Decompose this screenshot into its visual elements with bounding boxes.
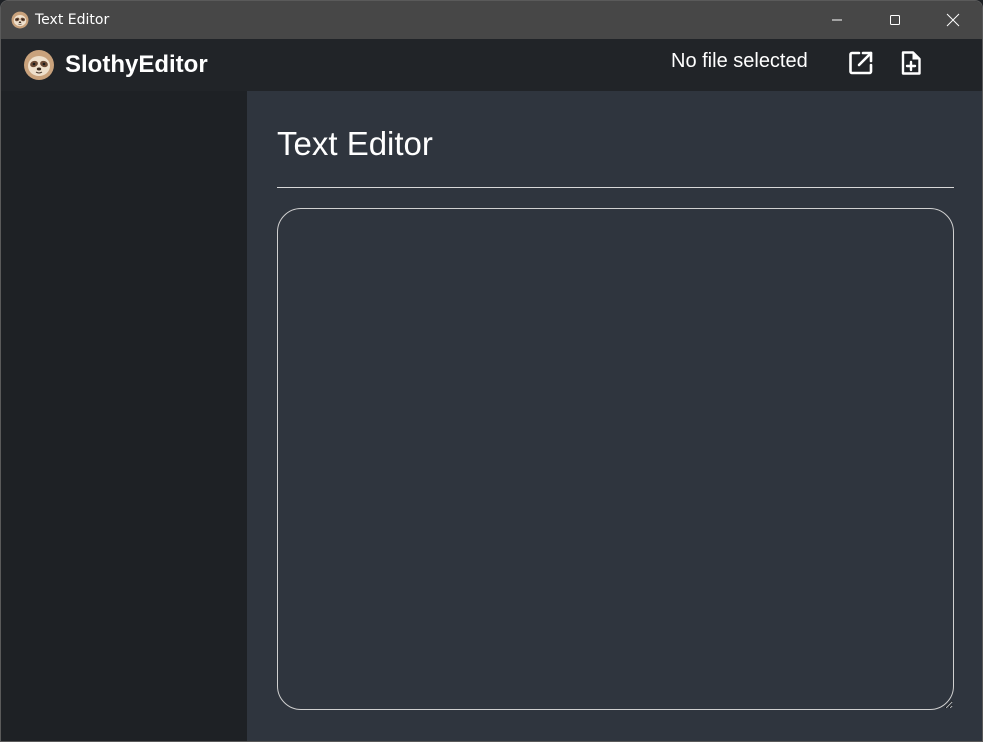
minimize-button[interactable] — [808, 1, 866, 39]
sidebar — [1, 91, 247, 741]
maximize-button[interactable] — [866, 1, 924, 39]
brand: SlothyEditor — [23, 49, 208, 81]
minimize-icon — [832, 19, 842, 21]
open-file-button[interactable] — [847, 49, 875, 77]
page-title: Text Editor — [277, 125, 433, 162]
new-file-button[interactable] — [897, 49, 925, 77]
close-button[interactable] — [924, 1, 982, 39]
app-header: SlothyEditor No file selected — [1, 39, 982, 91]
title-bar[interactable]: Text Editor — [1, 1, 982, 39]
main-content: Text Editor — [247, 91, 982, 741]
open-external-icon — [849, 51, 873, 75]
editor-textarea[interactable] — [277, 208, 954, 710]
app-window: Text Editor SlothyEditor No file selecte… — [0, 0, 983, 742]
close-icon — [946, 13, 960, 27]
app-name: SlothyEditor — [65, 51, 208, 78]
maximize-icon — [890, 15, 900, 25]
window-controls — [808, 1, 982, 39]
file-status: No file selected — [671, 50, 808, 72]
sloth-icon — [24, 50, 54, 80]
window-title: Text Editor — [35, 12, 110, 28]
sloth-icon — [11, 11, 29, 29]
new-file-icon — [901, 51, 921, 75]
divider — [277, 187, 954, 188]
